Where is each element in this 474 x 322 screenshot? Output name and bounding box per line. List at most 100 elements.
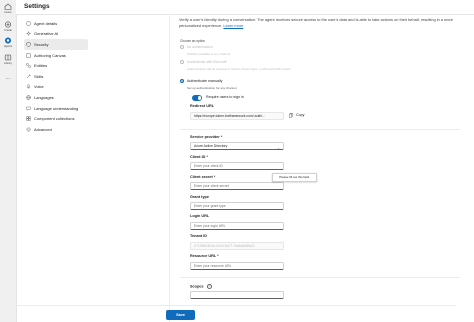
home-icon [4,3,12,10]
library-icon [4,54,12,61]
choose-option-label: Choose an option [180,39,205,43]
rail-label: Create [4,29,12,32]
rail-label: Agents [3,45,13,48]
authoring-canvas-icon [26,53,31,58]
tenant-id-label: Tenant ID [190,234,208,238]
resource-url-input[interactable]: Enter your resource URL [190,262,284,270]
scopes-label-text: Scopes [190,284,204,289]
sidebar-item-label: Language understanding [34,105,79,111]
sidebar-item-label: Agent details [34,20,58,26]
footer-divider [16,305,456,306]
save-button[interactable]: Save [166,310,195,320]
voice-icon [26,84,31,89]
page-title: Settings [24,3,50,10]
sidebar-item-label: Languages [34,94,54,100]
manual-hint: Set up authentication for any channel [187,86,237,90]
section-divider [180,277,460,278]
sidebar-item-label: Voice [34,84,44,90]
security-panel: Verify a user's identity during a conver… [16,0,474,322]
option-label: Authenticate manually [187,79,223,83]
copy-label: Copy [296,113,305,118]
more-icon: ... [5,75,11,81]
sidebar-item-advanced[interactable]: Advanced [24,124,88,135]
sidebar-item-language-understanding[interactable]: Language understanding [24,103,88,114]
scopes-input[interactable] [190,291,284,299]
radio-button[interactable] [180,45,184,49]
languages-icon [26,95,31,100]
require-sign-in-label: Require users to sign in [206,95,244,99]
sidebar-item-label: Component collections [34,116,75,122]
language-understanding-icon [26,106,31,111]
generative-ai-icon [26,31,31,37]
rail-item-more[interactable]: ... [0,75,16,81]
option-authenticate-with-microsoft[interactable]: Authenticate with Microsoft [180,60,226,64]
radio-button[interactable] [180,60,184,64]
grant-type-input[interactable]: Enter your grant type [190,202,284,210]
copy-button[interactable]: Copy [289,113,304,118]
gear-icon [26,127,31,132]
sidebar-item-agent-details[interactable]: Agent details [24,18,88,29]
sidebar-item-label: Advanced [34,126,52,132]
settings-sidebar: Agent details Generative AI Security Aut… [24,18,88,135]
resource-url-label: Resource URL * [190,254,219,258]
component-collections-icon [26,116,31,121]
option-label: No authentication [187,45,213,49]
sidebar-item-languages[interactable]: Languages [24,92,88,103]
panel-divider [169,14,170,322]
rail-label: Home [4,11,12,14]
require-sign-in-toggle[interactable] [192,95,202,101]
grant-type-label: Grant type [190,195,209,199]
section-divider [180,129,460,130]
sidebar-item-voice[interactable]: Voice [24,82,88,93]
validation-tooltip: Please fill out this field. [272,173,317,182]
sidebar-item-label: Skills [34,73,44,79]
client-secret-label: Client secret * [190,175,216,179]
sidebar-item-label: Generative AI [34,31,59,37]
rail-item-home[interactable]: Home [0,3,16,14]
shield-icon [26,42,31,47]
service-provider-dropdown[interactable]: Azure Active Directory ⌄ [190,142,284,150]
rail-item-library[interactable]: Library [0,54,16,65]
sidebar-item-authoring-canvas[interactable]: Authoring Canvas [24,50,88,61]
login-url-input[interactable]: Enter your login URL [190,222,284,230]
sidebar-item-label: Entities [34,63,48,69]
agents-icon [5,37,11,44]
rail-label: Library [4,62,12,65]
radio-button-selected[interactable] [180,79,184,83]
sidebar-item-generative-ai[interactable]: Generative AI [24,29,88,40]
skills-icon [26,74,31,78]
tenant-id-field: b71f2f6f-8e3a-4e1b-9c27-7da8d4d5fa21 [190,242,284,250]
client-id-label: Client ID * [190,155,208,159]
option-authenticate-manually[interactable]: Authenticate manually [180,79,222,83]
client-id-input[interactable]: Enter your client ID [190,162,284,170]
chevron-down-icon: ⌄ [277,146,280,150]
entities-icon [26,63,31,68]
option-label: Authenticate with Microsoft [187,60,227,64]
sidebar-item-label: Authoring Canvas [34,52,66,58]
option-hint: Publicly available in any channel [187,52,231,56]
option-hint: Authentication will be required in Teams… [187,67,291,71]
redirect-url-label: Redirect URL [190,104,215,108]
option-no-authentication[interactable]: No authentication [180,45,213,49]
sidebar-item-label: Security [34,41,49,47]
client-secret-input[interactable]: Enter your client secret [190,182,284,190]
service-provider-label: Service provider * [190,135,223,139]
redirect-url-field: https://europe.token.botframework.com/.a… [190,112,284,120]
description-text: Verify a user's identity during a conver… [179,17,453,28]
app-rail: Home Create Agents Library ... [0,0,17,322]
agent-details-icon [26,21,31,26]
rail-item-create[interactable]: Create [0,21,16,32]
security-description: Verify a user's identity during a conver… [179,17,461,28]
scopes-label: Scopes i [190,284,212,290]
login-url-label: Login URL [190,214,210,218]
copy-icon [289,113,293,118]
sidebar-item-security[interactable]: Security [24,39,88,50]
create-icon [4,21,12,28]
learn-more-link[interactable]: Learn more [223,23,243,28]
info-icon[interactable]: i [206,284,212,290]
sidebar-item-skills[interactable]: Skills [24,71,88,82]
rail-item-agents[interactable]: Agents [0,37,16,48]
service-provider-value: Azure Active Directory [194,144,228,148]
sidebar-item-entities[interactable]: Entities [24,60,88,71]
sidebar-item-component-collections[interactable]: Component collections [24,113,88,124]
